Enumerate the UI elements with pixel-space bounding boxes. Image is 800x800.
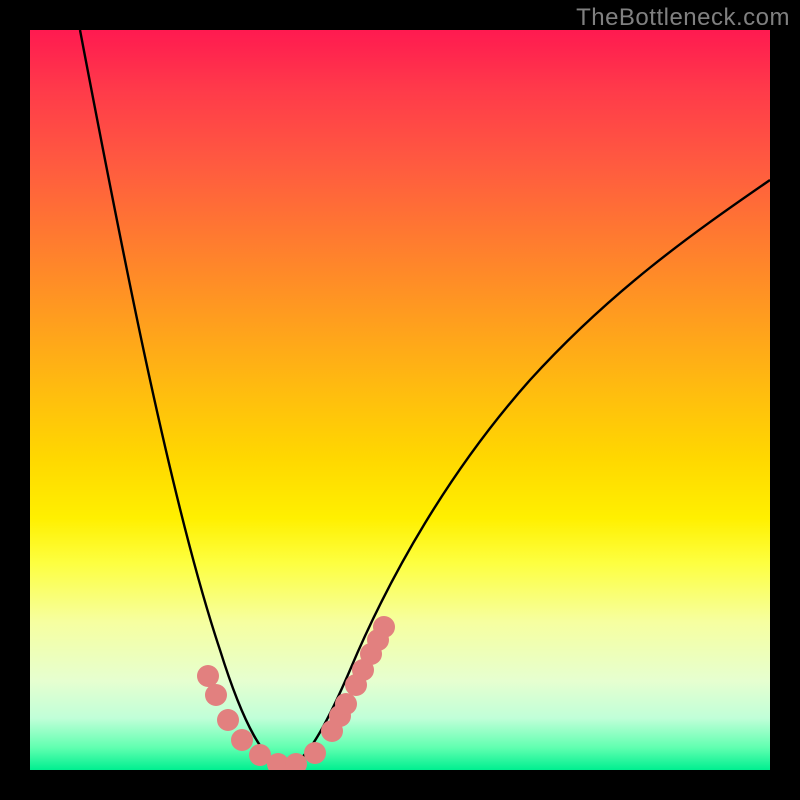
dot-icon [231, 729, 253, 751]
v-curve-path [80, 30, 770, 766]
curve-svg [30, 30, 770, 770]
plot-area [30, 30, 770, 770]
highlight-dots-group [197, 616, 395, 770]
dot-icon [217, 709, 239, 731]
dot-icon [373, 616, 395, 638]
chart-frame: TheBottleneck.com [0, 0, 800, 800]
watermark-text: TheBottleneck.com [576, 4, 790, 32]
dot-icon [197, 665, 219, 687]
dot-icon [205, 684, 227, 706]
dot-icon [304, 742, 326, 764]
dot-icon [335, 693, 357, 715]
